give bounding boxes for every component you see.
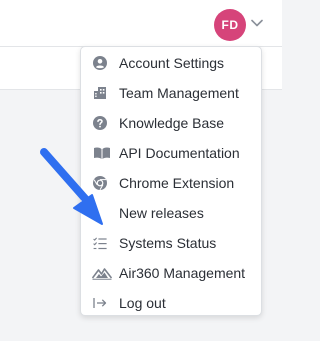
annotation-arrow	[40, 148, 103, 225]
